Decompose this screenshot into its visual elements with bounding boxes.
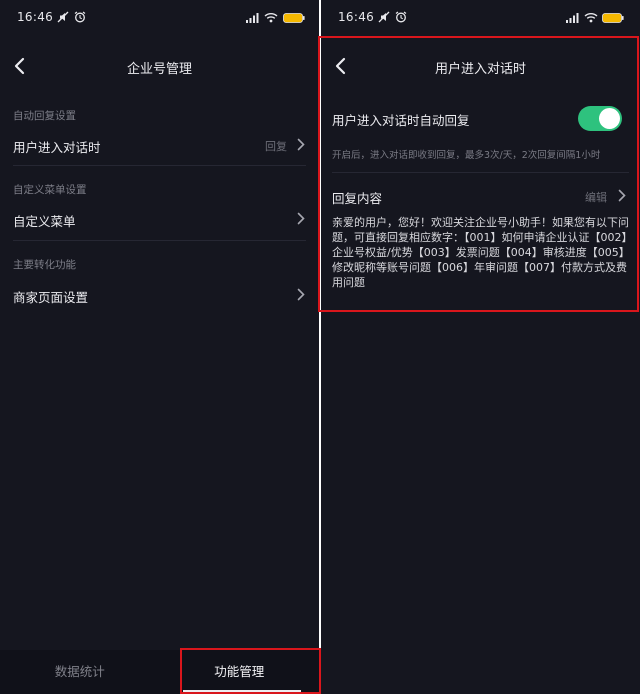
auto-reply-toggle[interactable] bbox=[578, 106, 622, 131]
status-time: 16:46 bbox=[17, 10, 54, 24]
signal-icon bbox=[566, 13, 579, 23]
divider bbox=[332, 172, 629, 173]
edit-button[interactable]: 编辑 bbox=[585, 189, 607, 205]
divider bbox=[13, 240, 306, 241]
row-label: 商家页面设置 bbox=[13, 290, 89, 305]
bottom-tab-bar: 数据统计 功能管理 bbox=[0, 650, 319, 694]
section-label-auto-reply: 自动回复设置 bbox=[13, 110, 76, 122]
reply-content-text: 亲爱的用户，您好！欢迎关注企业号小助手！如果您有以下问题，可直接回复相应数字：【… bbox=[332, 216, 630, 289]
auto-reply-hint: 开启后，进入对话即收到回复，最多3次/天，2次回复间隔1小时 bbox=[332, 150, 601, 161]
row-merchant-page-settings[interactable]: 商家页面设置 bbox=[0, 278, 319, 312]
signal-icon bbox=[246, 13, 259, 23]
toggle-knob bbox=[599, 108, 620, 129]
chevron-right-icon bbox=[297, 212, 305, 225]
status-time: 16:46 bbox=[338, 10, 375, 24]
divider bbox=[13, 165, 306, 166]
chevron-right-icon[interactable] bbox=[618, 189, 626, 202]
row-value: 回复 bbox=[265, 140, 287, 153]
auto-reply-label: 用户进入对话时自动回复 bbox=[332, 113, 470, 128]
mute-icon bbox=[57, 11, 69, 23]
row-custom-menu[interactable]: 自定义菜单 bbox=[0, 202, 319, 236]
status-bar: 16:46 bbox=[0, 0, 319, 36]
section-label-custom-menu: 自定义菜单设置 bbox=[13, 184, 87, 196]
chevron-right-icon bbox=[297, 138, 305, 151]
alarm-icon bbox=[74, 11, 86, 23]
wifi-icon bbox=[584, 13, 598, 23]
right-screen: 16:46 用户进入对话时 用户进入对话时自动回复 开启后，进入对话即收到回复，… bbox=[321, 0, 640, 694]
chevron-right-icon bbox=[297, 288, 305, 301]
left-screen: 16:46 企业号管理 自动回复设置 用户进入对话时 回复 自定义菜单设置 自定… bbox=[0, 0, 319, 694]
active-tab-indicator bbox=[183, 690, 301, 692]
wifi-icon bbox=[264, 13, 278, 23]
navbar: 企业号管理 bbox=[0, 46, 319, 88]
alarm-icon bbox=[395, 11, 407, 23]
battery-icon bbox=[602, 13, 624, 23]
section-label-conversion: 主要转化功能 bbox=[13, 259, 76, 271]
status-bar: 16:46 bbox=[321, 0, 640, 36]
navbar: 用户进入对话时 bbox=[321, 46, 640, 88]
page-title: 企业号管理 bbox=[126, 62, 192, 77]
row-label: 自定义菜单 bbox=[13, 214, 76, 229]
battery-icon bbox=[283, 13, 305, 23]
page-title: 用户进入对话时 bbox=[434, 62, 526, 77]
row-user-enter-dialog[interactable]: 用户进入对话时 回复 bbox=[0, 128, 319, 162]
reply-content-label: 回复内容 bbox=[332, 191, 383, 206]
tab-data-statistics[interactable]: 数据统计 bbox=[0, 650, 160, 694]
tab-feature-management[interactable]: 功能管理 bbox=[160, 650, 320, 694]
mute-icon bbox=[378, 11, 390, 23]
row-label: 用户进入对话时 bbox=[13, 140, 101, 155]
